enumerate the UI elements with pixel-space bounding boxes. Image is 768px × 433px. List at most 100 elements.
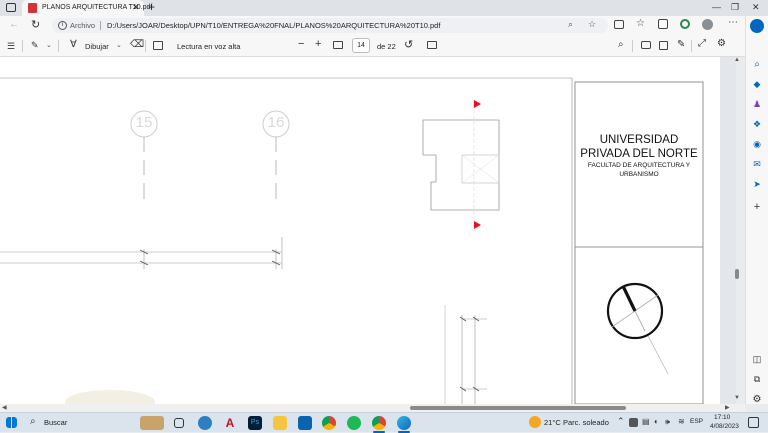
split-screen-icon[interactable] xyxy=(614,20,624,29)
architectural-drawing xyxy=(0,77,704,404)
search-sidebar-icon[interactable]: ⌕ xyxy=(750,59,764,73)
taskbar-search-icon[interactable]: ⌕ xyxy=(30,416,36,427)
fit-page-icon[interactable] xyxy=(333,41,343,49)
page-view-icon[interactable] xyxy=(427,41,437,49)
wifi-icon[interactable]: ≋ xyxy=(678,417,685,426)
profile-avatar[interactable] xyxy=(702,19,713,30)
draw-icon[interactable]: ∀ xyxy=(70,39,77,50)
vertical-scrollbar[interactable]: ▲ ▼ xyxy=(733,57,741,404)
office-icon[interactable]: ◉ xyxy=(750,139,764,153)
zoom-out-icon[interactable]: − xyxy=(298,38,304,50)
weather-desc[interactable]: Parc. soleado xyxy=(563,418,609,427)
horizontal-scrollbar[interactable]: ◀ ▶ xyxy=(0,404,745,412)
tray-app-icon[interactable] xyxy=(629,418,638,427)
eraser-icon[interactable]: ⌫ xyxy=(130,39,144,50)
chrome-active-icon[interactable] xyxy=(372,416,386,430)
minimize-icon[interactable]: — xyxy=(712,2,721,12)
browser-tab[interactable]: PLANOS ARQUITECTURA T10.pdf ✕ xyxy=(22,0,152,16)
autocad-icon[interactable]: A xyxy=(223,416,237,430)
outlook-taskbar-icon[interactable] xyxy=(298,416,312,430)
scroll-down-arrow[interactable]: ▼ xyxy=(734,395,740,401)
title-bar: PLANOS ARQUITECTURA T10.pdf ✕ + — ❐ ✕ xyxy=(0,0,768,16)
outlook-icon[interactable]: ✉ xyxy=(750,159,764,173)
rotate-icon[interactable]: ↺ xyxy=(404,38,413,51)
add-sidebar-item-icon[interactable]: + xyxy=(750,201,764,215)
info-icon[interactable]: i xyxy=(58,21,67,30)
weather-temp[interactable]: 21°C xyxy=(544,418,561,427)
weather-sun-icon[interactable] xyxy=(529,416,541,428)
tray-app-icon[interactable]: ◐ xyxy=(654,417,659,426)
chrome-icon[interactable] xyxy=(322,416,336,430)
pdf-file-icon xyxy=(28,3,37,13)
highlight-icon[interactable]: ✎ xyxy=(31,40,39,51)
search-highlight-icon[interactable] xyxy=(140,416,164,430)
file-explorer-icon[interactable] xyxy=(273,416,287,430)
games-icon[interactable]: ❖ xyxy=(750,119,764,133)
draw-button[interactable]: Dibujar xyxy=(85,42,109,51)
pdf-toolbar: ☰ ✎ ⌄ ∀ Dibujar ⌄ ⌫ Lectura en voz alta … xyxy=(0,35,745,57)
taskbar: ⌕ Buscar A Ps 21°C Parc. soleado ⌃ ▤ ◐ 🕪… xyxy=(0,412,768,433)
settings-gear-icon[interactable]: ⚙ xyxy=(717,38,726,49)
notifications-icon[interactable] xyxy=(748,417,759,428)
omnibox[interactable]: i Archivo D:/Users/JOAR/Desktop/UPN/T10/… xyxy=(52,18,608,33)
clock-time[interactable]: 17:10 xyxy=(714,414,730,421)
back-icon[interactable]: ← xyxy=(9,19,19,30)
copilot-sidebar-icon[interactable] xyxy=(750,19,764,33)
shopping-icon[interactable]: ◆ xyxy=(750,79,764,93)
zoom-icon[interactable]: ⌕ xyxy=(568,19,573,30)
tray-chevron-up-icon[interactable]: ⌃ xyxy=(617,416,625,427)
print-icon[interactable] xyxy=(641,41,651,49)
read-aloud-button[interactable]: Lectura en voz alta xyxy=(177,42,240,51)
copilot-icon[interactable] xyxy=(680,19,690,29)
favorites-icon[interactable]: ☆ xyxy=(636,18,645,29)
title-block-frame xyxy=(574,81,704,404)
language-indicator[interactable]: ESP xyxy=(690,418,703,425)
drop-icon[interactable]: ➤ xyxy=(750,179,764,193)
chevron-down-icon[interactable]: ⌄ xyxy=(116,41,122,49)
separator xyxy=(632,40,633,52)
hide-sidebar-icon[interactable]: ◫ xyxy=(750,354,764,368)
settings-more-icon[interactable]: ⋯ xyxy=(728,17,738,28)
north-arrow-icon xyxy=(606,282,669,375)
edge-taskbar-icon[interactable] xyxy=(397,416,411,430)
sidebar-settings-icon[interactable]: ⚙ xyxy=(750,394,764,408)
edge-dev-icon[interactable] xyxy=(198,416,212,430)
save-icon[interactable] xyxy=(659,41,668,50)
chevron-down-icon[interactable]: ⌄ xyxy=(46,41,52,49)
pdf-canvas[interactable]: 15 16 UNIVERSIDAD PRIVADA DEL NORTE FACU… xyxy=(0,57,736,404)
axis-label-16: 16 xyxy=(267,114,285,131)
separator xyxy=(691,40,692,52)
tab-close-icon[interactable]: ✕ xyxy=(132,2,140,13)
tray-network-icon[interactable]: ▤ xyxy=(642,417,650,426)
favorite-star-icon[interactable]: ☆ xyxy=(588,19,596,30)
spotify-icon[interactable] xyxy=(347,416,361,430)
tools-icon[interactable]: ♟ xyxy=(750,99,764,113)
scroll-up-arrow[interactable]: ▲ xyxy=(734,57,740,63)
address-label: Archivo xyxy=(70,21,96,30)
maximize-icon[interactable]: ❐ xyxy=(731,2,739,13)
task-view-icon[interactable] xyxy=(174,418,184,428)
contents-list-icon[interactable]: ☰ xyxy=(7,41,15,52)
scroll-right-arrow[interactable]: ▶ xyxy=(725,404,730,411)
zoom-in-icon[interactable]: + xyxy=(315,38,321,50)
save-as-icon[interactable]: ✎ xyxy=(677,39,685,50)
photoshop-icon[interactable]: Ps xyxy=(248,416,262,430)
page-number-input[interactable]: 14 xyxy=(352,38,370,53)
url-text[interactable]: D:/Users/JOAR/Desktop/UPN/T10/ENTREGA%20… xyxy=(107,21,440,30)
workspaces-icon[interactable] xyxy=(6,3,16,12)
new-tab-icon[interactable]: + xyxy=(148,0,155,14)
scroll-left-arrow[interactable]: ◀ xyxy=(2,404,7,411)
volume-icon[interactable]: 🕪 xyxy=(665,417,670,427)
clock-date[interactable]: 4/08/2023 xyxy=(710,423,739,430)
fullscreen-icon[interactable]: ⤢ xyxy=(698,38,706,49)
open-in-window-icon[interactable]: ⧉ xyxy=(750,374,764,388)
vertical-scroll-thumb[interactable] xyxy=(735,269,739,279)
horizontal-scroll-thumb[interactable] xyxy=(410,406,626,410)
close-window-icon[interactable]: ✕ xyxy=(752,2,760,13)
refresh-icon[interactable]: ↻ xyxy=(31,18,40,31)
collections-icon[interactable] xyxy=(658,19,668,29)
read-aloud-icon[interactable] xyxy=(153,41,163,50)
search-icon[interactable]: ⌕ xyxy=(618,39,624,50)
taskbar-search-label[interactable]: Buscar xyxy=(44,418,67,427)
windows-start-icon[interactable] xyxy=(6,417,17,428)
